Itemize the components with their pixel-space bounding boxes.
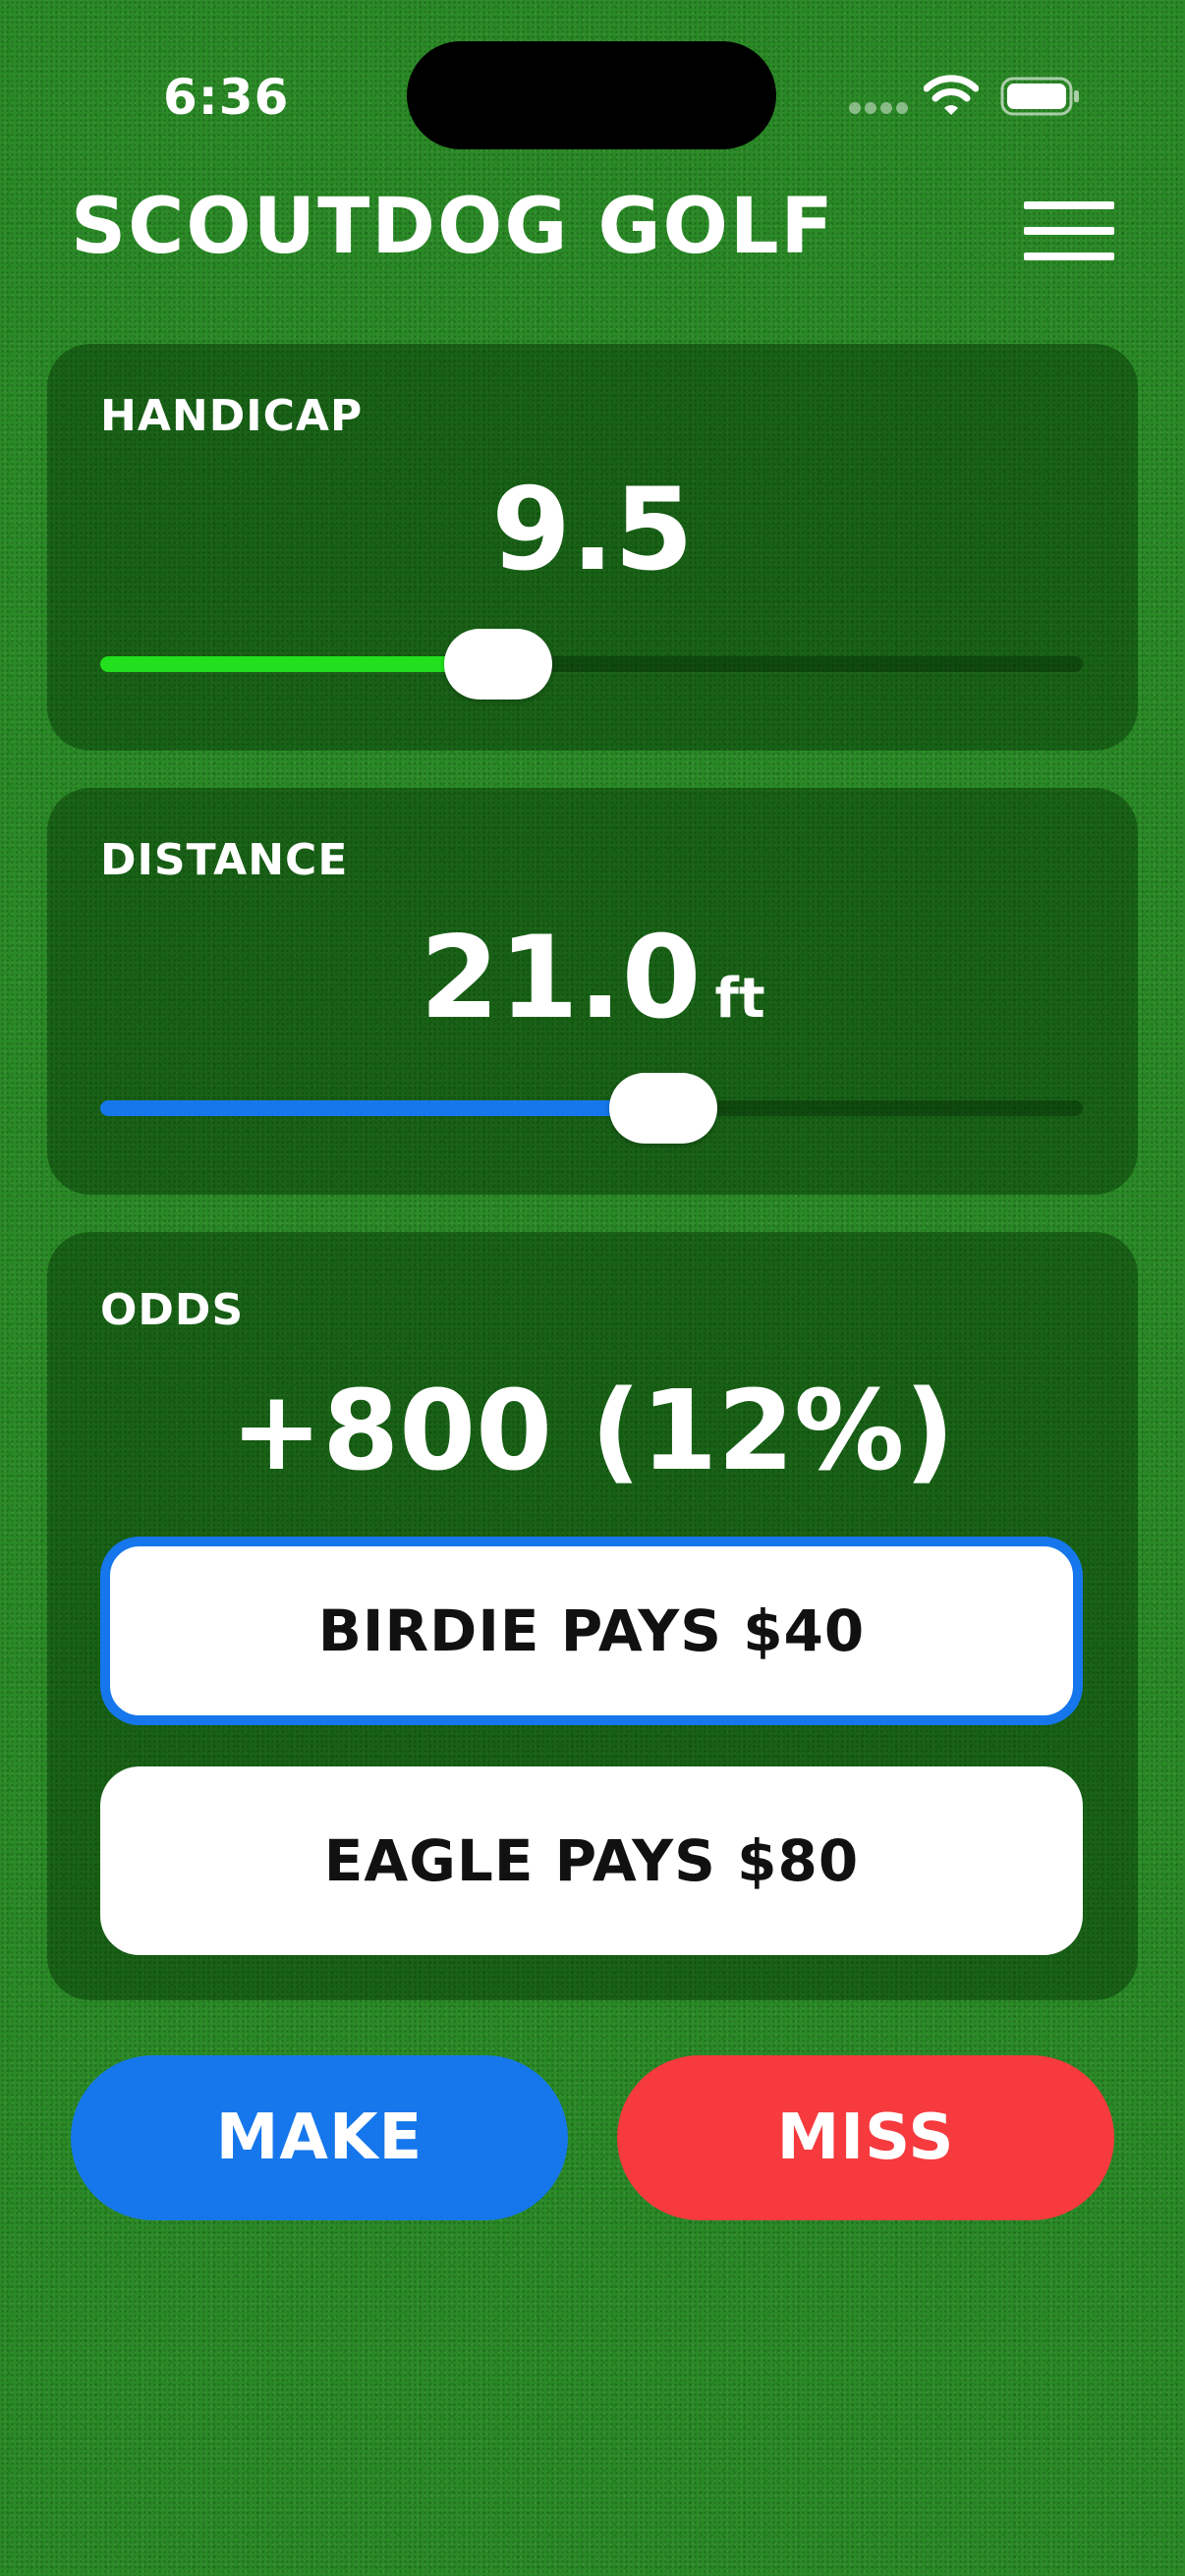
- distance-number: 21.0: [420, 912, 702, 1044]
- distance-label: DISTANCE: [100, 835, 349, 885]
- miss-button[interactable]: MISS: [617, 2055, 1114, 2220]
- app-title: SCOUTDOG GOLF: [71, 183, 835, 271]
- distance-slider-thumb[interactable]: [609, 1073, 717, 1144]
- handicap-label: HANDICAP: [100, 391, 364, 441]
- distance-slider[interactable]: [100, 1073, 1083, 1144]
- make-button[interactable]: MAKE: [71, 2055, 568, 2220]
- handicap-card: HANDICAP 9.5: [47, 344, 1138, 751]
- battery-icon: [1000, 77, 1079, 116]
- distance-value: 21.0 ft: [47, 912, 1138, 1044]
- cellular-signal-icon: [849, 102, 908, 114]
- handicap-slider-thumb[interactable]: [444, 629, 552, 700]
- birdie-pays-button[interactable]: BIRDIE PAYS $40: [100, 1537, 1083, 1725]
- handicap-value: 9.5: [491, 464, 694, 596]
- dynamic-island: [407, 41, 776, 149]
- odds-label: ODDS: [100, 1285, 245, 1335]
- odds-card: ODDS +800 (12%) BIRDIE PAYS $40 EAGLE PA…: [47, 1232, 1138, 2000]
- odds-value: +800 (12%): [230, 1368, 955, 1495]
- wifi-icon: [924, 75, 979, 115]
- handicap-slider-fill: [100, 656, 498, 672]
- handicap-slider[interactable]: [100, 629, 1083, 700]
- distance-slider-fill: [100, 1100, 663, 1116]
- eagle-pays-button[interactable]: EAGLE PAYS $80: [100, 1766, 1083, 1955]
- status-time: 6:36: [163, 69, 290, 126]
- distance-card: DISTANCE 21.0 ft: [47, 788, 1138, 1195]
- hamburger-menu-icon[interactable]: [1024, 201, 1114, 260]
- distance-unit: ft: [714, 967, 765, 1031]
